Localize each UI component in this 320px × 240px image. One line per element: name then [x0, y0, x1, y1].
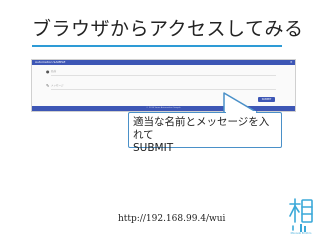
footer-text: © 2016 Some Automation Sample: [146, 107, 181, 109]
callout-text: 適当な名前とメッセージを入れて SUBMIT: [133, 116, 270, 154]
name-field[interactable]: ● 名前: [46, 69, 276, 76]
name-placeholder: 名前: [51, 70, 57, 73]
url-text: http://192.168.99.4/wui: [118, 214, 226, 224]
app-title: Automation SAMPLE: [35, 60, 66, 64]
submit-button[interactable]: SUBMIT: [258, 97, 275, 102]
slide-title: ブラウザからアクセスしてみる: [32, 18, 304, 40]
pencil-icon: ✎: [46, 83, 50, 88]
message-field[interactable]: ✎ メッセージ: [46, 83, 276, 90]
message-underline: [51, 89, 276, 90]
close-icon[interactable]: ✕: [290, 61, 293, 64]
message-placeholder: メッセージ: [51, 84, 64, 87]
logo-caption: Monooki Emihiro: [290, 232, 312, 235]
person-icon: ●: [46, 69, 50, 74]
app-header-bar: Automation SAMPLE ✕: [32, 60, 295, 65]
app-footer-bar: © 2016 Some Automation Sample: [32, 106, 295, 111]
app-screenshot: Automation SAMPLE ✕ ● 名前 ✎ メッセージ SUBMIT …: [31, 59, 296, 112]
callout-box: 適当な名前とメッセージを入れて SUBMIT: [128, 112, 282, 154]
title-underline: [32, 45, 282, 47]
name-underline: [51, 75, 276, 76]
